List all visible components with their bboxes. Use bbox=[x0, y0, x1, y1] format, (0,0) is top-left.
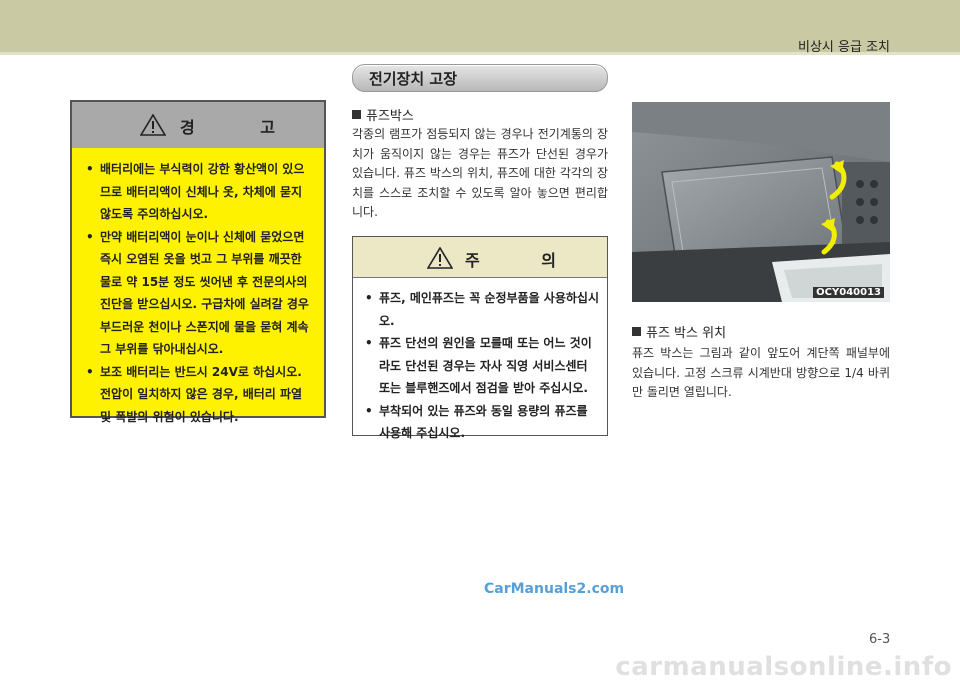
warning-triangle-icon bbox=[427, 247, 453, 269]
caution-box: 주 의 퓨즈, 메인퓨즈는 꼭 순정부품을 사용하십시오. 퓨즈 단선의 원인을… bbox=[352, 236, 608, 440]
footer-watermark: carmanualsonline.info bbox=[615, 652, 952, 682]
photo-illustration bbox=[632, 102, 890, 302]
warning-item: 만약 배터리액이 눈이나 신체에 묻었으면 즉시 오염된 옷을 벗고 그 부위를… bbox=[86, 226, 314, 361]
fuse-location-heading: 퓨즈 박스 위치 bbox=[632, 322, 726, 341]
caution-box-header: 주 의 bbox=[353, 237, 607, 278]
caution-list: 퓨즈, 메인퓨즈는 꼭 순정부품을 사용하십시오. 퓨즈 단선의 원인을 모를때… bbox=[353, 278, 607, 445]
chapter-title: 비상시 응급 조치 bbox=[798, 40, 890, 55]
site-watermark-link[interactable]: CarManuals2.com bbox=[484, 581, 624, 597]
section-title-pill: 전기장치 고장 bbox=[352, 64, 608, 92]
warning-box-title: 경 고 bbox=[180, 118, 306, 137]
warning-triangle-icon bbox=[140, 114, 166, 136]
fuse-box-heading: 퓨즈박스 bbox=[352, 105, 414, 124]
fuse-location-heading-text: 퓨즈 박스 위치 bbox=[646, 326, 727, 341]
fuse-box-paragraph: 각종의 램프가 점등되지 않는 경우나 전기계통의 장치가 움직이지 않는 경우… bbox=[352, 127, 608, 219]
fuse-box-location-photo: OCY040013 bbox=[632, 102, 890, 302]
square-bullet-icon bbox=[352, 110, 361, 119]
warning-list: 배터리에는 부식력이 강한 황산액이 있으므로 배터리액이 신체나 옷, 차체에… bbox=[72, 148, 324, 428]
fuse-location-paragraph: 퓨즈 박스는 그림과 같이 앞도어 계단쪽 패널부에 있습니다. 고정 스크류 … bbox=[632, 346, 890, 399]
warning-item: 배터리에는 부식력이 강한 황산액이 있으므로 배터리액이 신체나 옷, 차체에… bbox=[86, 158, 314, 226]
page-number: 6-3 bbox=[869, 632, 891, 647]
square-bullet-icon bbox=[632, 327, 641, 336]
photo-code: OCY040013 bbox=[813, 287, 884, 298]
caution-item: 퓨즈, 메인퓨즈는 꼭 순정부품을 사용하십시오. bbox=[365, 287, 599, 332]
caution-item: 부착되어 있는 퓨즈와 동일 용량의 퓨즈를 사용해 주십시오. bbox=[365, 400, 599, 445]
warning-box-header: 경 고 bbox=[72, 102, 324, 148]
warning-item: 보조 배터리는 반드시 24V로 하십시오. 전압이 일치하지 않은 경우, 배… bbox=[86, 361, 314, 429]
warning-box: 경 고 배터리에는 부식력이 강한 황산액이 있으므로 배터리액이 신체나 옷,… bbox=[70, 100, 326, 424]
section-title: 전기장치 고장 bbox=[369, 70, 458, 88]
fuse-box-heading-text: 퓨즈박스 bbox=[366, 109, 414, 124]
caution-item: 퓨즈 단선의 원인을 모를때 또는 어느 것이라도 단선된 경우는 자사 직영 … bbox=[365, 332, 599, 400]
caution-box-title: 주 의 bbox=[465, 251, 585, 270]
